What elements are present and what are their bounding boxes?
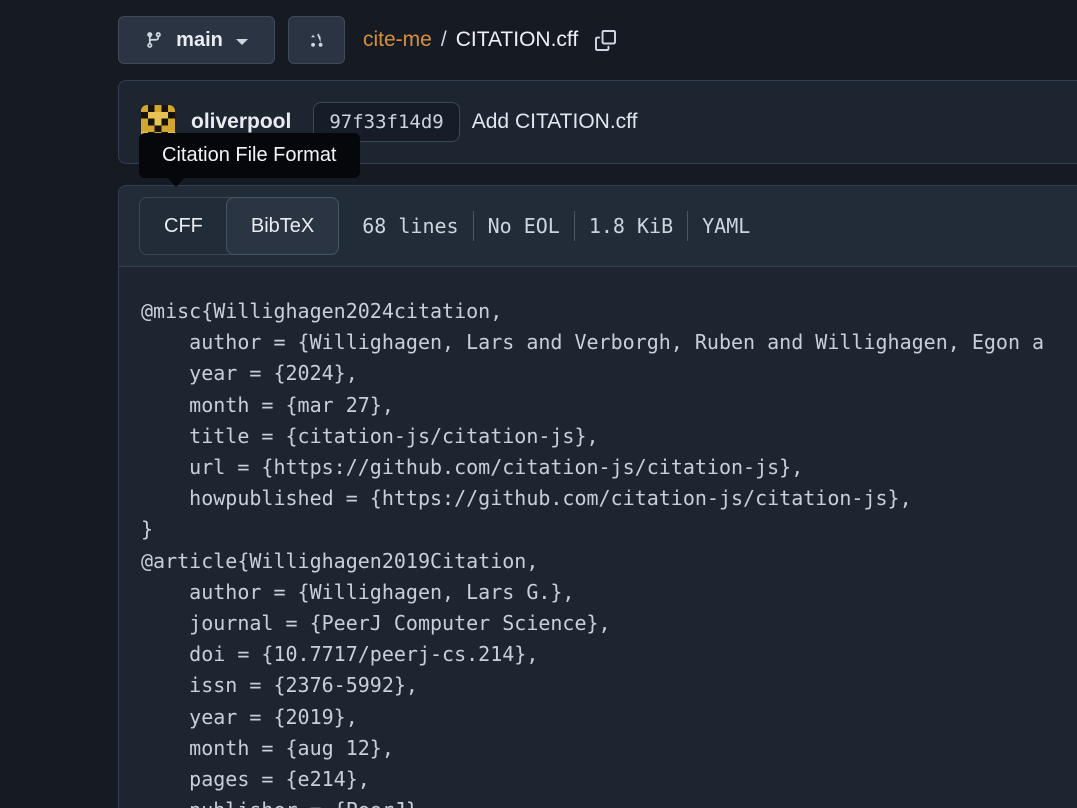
file-header: CFF BibTeX 68 lines No EOL 1.8 KiB YAML [119,186,1077,267]
breadcrumb-repo-link[interactable]: cite-me [363,28,432,52]
code-line: publisher = {PeerJ} [141,795,1077,808]
divider [473,211,474,241]
git-branch-icon [145,31,163,49]
code-line: month = {mar 27}, [141,390,1077,421]
code-line: } [141,514,1077,545]
code-line: doi = {10.7717/peerj-cs.214}, [141,639,1077,670]
breadcrumb-file-name: CITATION.cff [456,28,579,52]
tab-cff[interactable]: CFF [140,198,227,254]
code-line: year = {2024}, [141,358,1077,389]
code-line: author = {Willighagen, Lars and Verborgh… [141,327,1077,358]
caret-down-icon [236,39,248,45]
file-language: YAML [702,214,750,238]
branch-selector-button[interactable]: main [118,16,275,64]
file-info: 68 lines No EOL 1.8 KiB YAML [362,211,750,241]
file-toolbar: main cite-me / CITATION.cff [118,16,616,64]
code-line: month = {aug 12}, [141,733,1077,764]
breadcrumb-separator: / [441,28,447,52]
code-line: author = {Willighagen, Lars G.}, [141,577,1077,608]
cff-tooltip: Citation File Format [139,133,360,178]
code-line: howpublished = {https://github.com/citat… [141,483,1077,514]
file-lines-count: 68 lines [362,214,458,238]
repo-file-view: main cite-me / CITATION.cff [0,0,1077,808]
copy-path-button[interactable] [595,30,616,51]
divider [574,211,575,241]
file-size: 1.8 KiB [589,214,673,238]
copy-icon [595,30,616,51]
code-line: issn = {2376-5992}, [141,670,1077,701]
compare-button[interactable] [288,16,345,64]
branch-name: main [176,29,223,52]
commit-message-link[interactable]: Add CITATION.cff [472,110,638,134]
tab-bibtex[interactable]: BibTeX [226,197,339,255]
divider [687,211,688,241]
code-line: year = {2019}, [141,702,1077,733]
code-line: journal = {PeerJ Computer Science}, [141,608,1077,639]
file-view-panel: CFF BibTeX 68 lines No EOL 1.8 KiB YAML … [118,185,1077,808]
breadcrumb: cite-me / CITATION.cff [363,28,616,52]
format-tab-group: CFF BibTeX [139,197,339,255]
code-content: @misc{Willighagen2024citation, author = … [119,267,1077,808]
code-line: title = {citation-js/citation-js}, [141,421,1077,452]
file-eol-status: No EOL [488,214,560,238]
tooltip-text: Citation File Format [162,144,337,166]
git-compare-icon [308,31,326,49]
code-line: pages = {e214}, [141,764,1077,795]
code-line: @misc{Willighagen2024citation, [141,296,1077,327]
code-line: url = {https://github.com/citation-js/ci… [141,452,1077,483]
code-line: @article{Willighagen2019Citation, [141,546,1077,577]
commit-author-link[interactable]: oliverpool [191,110,291,134]
